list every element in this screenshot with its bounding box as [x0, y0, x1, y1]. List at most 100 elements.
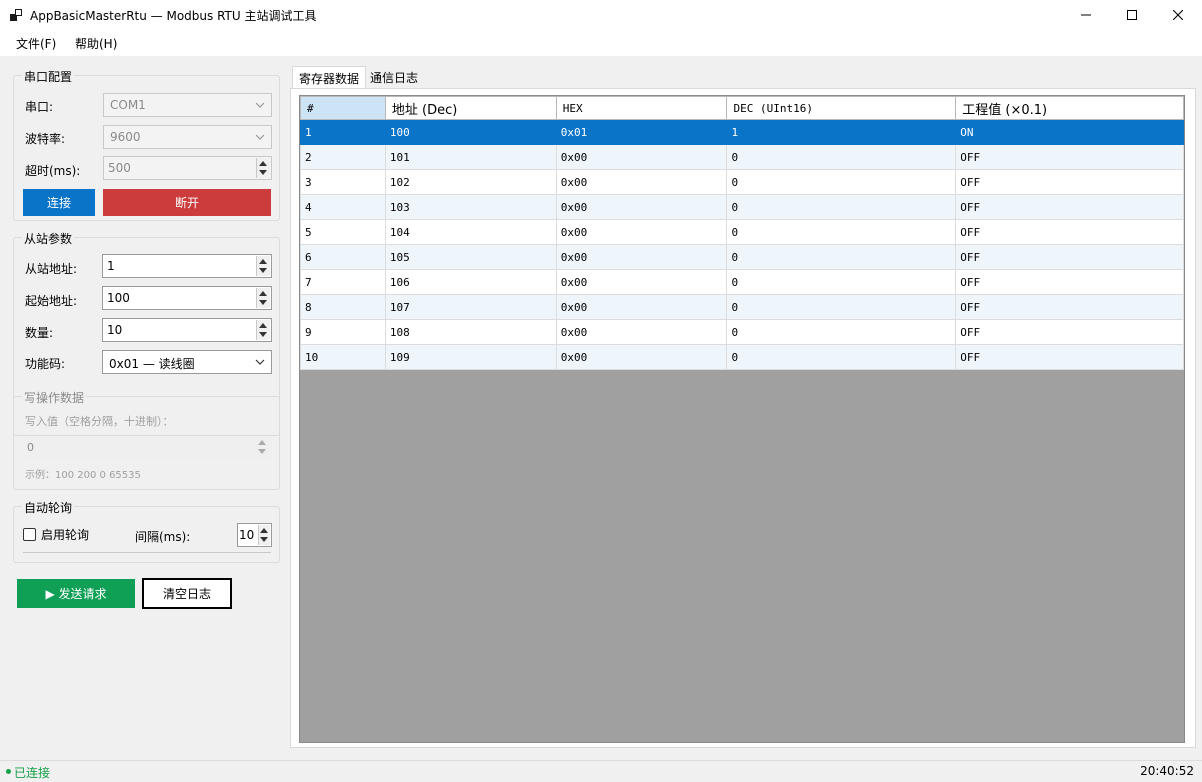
cell-hex[interactable]: 0x00 [555, 294, 728, 320]
cell-index[interactable]: 8 [300, 294, 386, 320]
cell-index[interactable]: 2 [300, 144, 386, 170]
count-stepper[interactable] [256, 320, 270, 340]
port-value: COM1 [110, 98, 146, 112]
cell-address[interactable]: 106 [384, 269, 557, 295]
disconnect-button[interactable]: 断开 [103, 189, 271, 216]
cell-index[interactable]: 7 [300, 269, 386, 295]
cell-eng-value[interactable]: OFF [955, 269, 1184, 295]
timeout-input[interactable]: 500 [103, 156, 272, 180]
cell-eng-value[interactable]: OFF [955, 294, 1184, 320]
table-row[interactable]: 2 101 0x00 0 OFF [300, 144, 1184, 170]
tab-register-data[interactable]: 寄存器数据 [292, 66, 367, 88]
cell-dec[interactable]: 0 [726, 244, 957, 270]
cell-hex[interactable]: 0x00 [555, 219, 728, 245]
cell-index[interactable]: 6 [300, 244, 386, 270]
table-row[interactable]: 3 102 0x00 0 OFF [300, 169, 1184, 195]
cell-dec[interactable]: 0 [726, 194, 957, 220]
enable-poll-checkbox[interactable] [23, 528, 36, 541]
cell-hex[interactable]: 0x00 [555, 244, 728, 270]
cell-dec[interactable]: 1 [726, 119, 957, 145]
cell-dec[interactable]: 0 [726, 219, 957, 245]
write-value-stepper[interactable] [256, 437, 270, 457]
cell-index[interactable]: 10 [300, 344, 386, 370]
cell-hex[interactable]: 0x00 [555, 344, 728, 370]
cell-dec[interactable]: 0 [726, 344, 957, 370]
table-row[interactable]: 7 106 0x00 0 OFF [300, 269, 1184, 295]
write-value-input[interactable]: 0 [23, 436, 271, 460]
minimize-button[interactable] [1063, 0, 1109, 30]
cell-eng-value[interactable]: OFF [955, 194, 1184, 220]
cell-hex[interactable]: 0x00 [555, 319, 728, 345]
cell-address[interactable]: 100 [384, 119, 557, 145]
cell-index[interactable]: 4 [300, 194, 386, 220]
cell-hex[interactable]: 0x00 [555, 169, 728, 195]
cell-eng-value[interactable]: OFF [955, 144, 1184, 170]
menu-help[interactable]: 帮助(H) [75, 35, 117, 52]
cell-dec[interactable]: 0 [726, 294, 957, 320]
count-input[interactable]: 10 [102, 318, 272, 342]
timeout-stepper[interactable] [256, 158, 270, 178]
cell-dec[interactable]: 0 [726, 319, 957, 345]
cell-eng-value[interactable]: OFF [955, 169, 1184, 195]
right-panel: 寄存器数据 通信日志 # 地址 (Dec) HEX DEC (UInt16) 工… [290, 56, 1202, 760]
slave-address-stepper[interactable] [256, 256, 270, 276]
slave-address-input[interactable]: 1 [102, 254, 272, 278]
table-row[interactable]: 4 103 0x00 0 OFF [300, 194, 1184, 220]
column-header-eng-value[interactable]: 工程值 (×0.1) [955, 96, 1184, 120]
table-row[interactable]: 1 100 0x01 1 ON [300, 119, 1184, 145]
cell-index[interactable]: 3 [300, 169, 386, 195]
cell-index[interactable]: 1 [300, 119, 386, 145]
column-header-hex[interactable]: HEX [555, 96, 728, 120]
cell-address[interactable]: 105 [384, 244, 557, 270]
table-row[interactable]: 9 108 0x00 0 OFF [300, 319, 1184, 345]
cell-dec[interactable]: 0 [726, 269, 957, 295]
baud-select[interactable]: 9600 [103, 125, 272, 149]
cell-address[interactable]: 102 [384, 169, 557, 195]
column-header-index[interactable]: # [300, 96, 386, 120]
cell-hex[interactable]: 0x00 [555, 194, 728, 220]
cell-address[interactable]: 101 [384, 144, 557, 170]
port-select[interactable]: COM1 [103, 93, 272, 117]
timeout-value: 500 [108, 161, 131, 175]
start-address-stepper[interactable] [256, 288, 270, 308]
cell-dec[interactable]: 0 [726, 169, 957, 195]
cell-index[interactable]: 5 [300, 219, 386, 245]
cell-eng-value[interactable]: OFF [955, 344, 1184, 370]
send-request-button[interactable]: ▶ 发送请求 [17, 579, 135, 608]
connect-button[interactable]: 连接 [23, 189, 95, 216]
cell-eng-value[interactable]: OFF [955, 219, 1184, 245]
register-grid[interactable]: # 地址 (Dec) HEX DEC (UInt16) 工程值 (×0.1) 1… [299, 95, 1185, 743]
maximize-button[interactable] [1109, 0, 1155, 30]
poll-interval-stepper[interactable] [258, 525, 270, 545]
cell-address[interactable]: 103 [384, 194, 557, 220]
cell-eng-value[interactable]: OFF [955, 319, 1184, 345]
menu-file[interactable]: 文件(F) [16, 35, 56, 52]
table-row[interactable]: 8 107 0x00 0 OFF [300, 294, 1184, 320]
clear-log-button[interactable]: 清空日志 [142, 578, 232, 609]
title-bar: AppBasicMasterRtu — Modbus RTU 主站调试工具 [0, 0, 1202, 30]
cell-eng-value[interactable]: OFF [955, 244, 1184, 270]
cell-index[interactable]: 9 [300, 319, 386, 345]
cell-address[interactable]: 107 [384, 294, 557, 320]
column-header-dec[interactable]: DEC (UInt16) [726, 96, 957, 120]
auto-poll-title: 自动轮询 [22, 499, 75, 516]
cell-eng-value[interactable]: ON [955, 119, 1184, 145]
cell-address[interactable]: 109 [384, 344, 557, 370]
cell-hex[interactable]: 0x01 [555, 119, 728, 145]
cell-address[interactable]: 108 [384, 319, 557, 345]
close-button[interactable] [1155, 0, 1201, 30]
column-header-address[interactable]: 地址 (Dec) [384, 96, 557, 120]
start-address-input[interactable]: 100 [102, 286, 272, 310]
start-address-label: 起始地址: [25, 294, 78, 308]
cell-hex[interactable]: 0x00 [555, 144, 728, 170]
cell-address[interactable]: 104 [384, 219, 557, 245]
cell-dec[interactable]: 0 [726, 144, 957, 170]
cell-hex[interactable]: 0x00 [555, 269, 728, 295]
table-row[interactable]: 5 104 0x00 0 OFF [300, 219, 1184, 245]
poll-interval-input[interactable]: 10 [237, 523, 272, 547]
function-code-select[interactable]: 0x01 — 读线圈 [102, 350, 272, 374]
table-row[interactable]: 10 109 0x00 0 OFF [300, 344, 1184, 370]
tab-comm-log[interactable]: 通信日志 [364, 66, 424, 88]
write-value: 0 [27, 441, 34, 454]
table-row[interactable]: 6 105 0x00 0 OFF [300, 244, 1184, 270]
